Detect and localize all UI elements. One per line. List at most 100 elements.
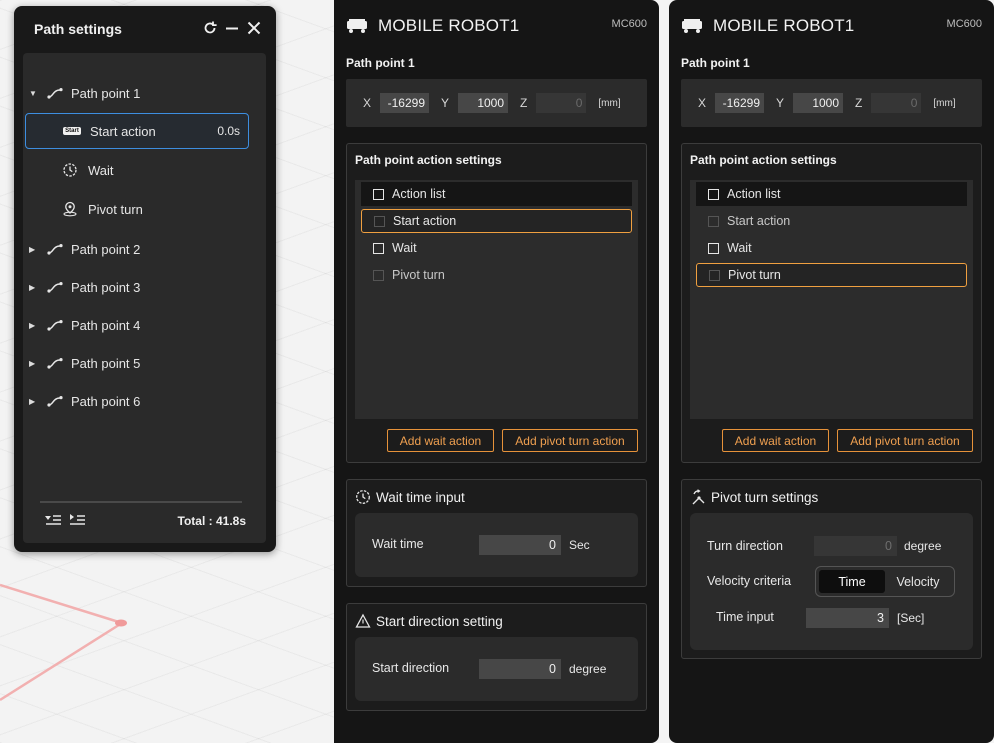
chevron-right-icon[interactable]: ▶ xyxy=(29,359,39,368)
action-settings-section: Path point action settings Action list S… xyxy=(346,143,647,463)
checkbox[interactable] xyxy=(709,269,720,281)
chevron-down-icon[interactable]: ▼ xyxy=(29,89,39,98)
direction-triangle-icon xyxy=(355,613,371,629)
tree-item-label: Path point 1 xyxy=(71,85,141,101)
tree-footer-controls xyxy=(44,511,86,529)
wait-time-input[interactable]: 0 xyxy=(479,535,561,555)
action-item-pivot-turn[interactable]: Pivot turn xyxy=(696,263,967,287)
y-label: Y xyxy=(441,96,450,110)
action-list: Action list Start action Wait Pivot turn xyxy=(690,180,973,419)
x-input[interactable]: -16299 xyxy=(380,93,430,113)
start-direction-box: Start direction 0 degree xyxy=(355,637,638,701)
path-point-icon xyxy=(45,317,65,333)
chevron-right-icon[interactable]: ▶ xyxy=(29,245,39,254)
expand-all-icon[interactable] xyxy=(68,511,86,529)
pivot-turn-box: Turn direction 0 degree Velocity criteri… xyxy=(690,513,973,650)
y-label: Y xyxy=(776,96,785,110)
y-input[interactable]: 1000 xyxy=(793,93,844,113)
tree-item-path-point-5[interactable]: ▶ Path point 5 xyxy=(23,345,266,381)
action-item-wait[interactable]: Wait xyxy=(361,236,632,260)
checkbox[interactable] xyxy=(708,188,719,200)
x-label: X xyxy=(363,96,372,110)
robot-icon xyxy=(681,18,703,34)
tree-item-path-point-4[interactable]: ▶ Path point 4 xyxy=(23,307,266,343)
minimize-icon[interactable] xyxy=(224,19,240,37)
chevron-right-icon[interactable]: ▶ xyxy=(29,321,39,330)
tree-item-label: Start action xyxy=(90,123,156,139)
z-label: Z xyxy=(520,96,528,110)
add-wait-action-button[interactable]: Add wait action xyxy=(722,429,829,452)
chevron-right-icon[interactable]: ▶ xyxy=(29,397,39,406)
action-list-header[interactable]: Action list xyxy=(696,182,967,206)
tree-item-pivot-turn[interactable]: Pivot turn xyxy=(23,191,266,227)
collapse-all-icon[interactable] xyxy=(44,511,62,529)
robot-panel-left: MOBILE ROBOT1 MC600 Path point 1 X -1629… xyxy=(334,0,659,743)
path-node-marker[interactable] xyxy=(115,619,127,627)
turn-direction-label: Turn direction xyxy=(707,539,783,553)
time-input-field[interactable]: 3 xyxy=(806,608,889,628)
path-point-icon xyxy=(45,355,65,371)
tree-item-label: Wait xyxy=(88,162,114,178)
action-item-start-action[interactable]: Start action xyxy=(361,209,632,233)
action-list-header[interactable]: Action list xyxy=(361,182,632,206)
close-icon[interactable] xyxy=(246,19,262,37)
y-input[interactable]: 1000 xyxy=(458,93,509,113)
time-input-label: Time input xyxy=(716,610,774,624)
option-velocity[interactable]: Velocity xyxy=(885,570,951,593)
action-item-wait[interactable]: Wait xyxy=(696,236,967,260)
checkbox[interactable] xyxy=(708,215,719,227)
panel-header: MOBILE ROBOT1 xyxy=(681,14,854,38)
action-duration: 0.0s xyxy=(217,124,240,138)
section-title-row: Start direction setting xyxy=(355,613,503,629)
total-duration: Total : 41.8s xyxy=(177,514,246,528)
path-point-title: Path point 1 xyxy=(346,56,415,70)
robot-icon xyxy=(346,18,368,34)
wait-time-section: Wait time input Wait time 0 Sec xyxy=(346,479,647,587)
tree-item-label: Path point 4 xyxy=(71,317,141,333)
path-point-icon xyxy=(45,279,65,295)
start-badge-icon: Start xyxy=(62,123,82,139)
option-time[interactable]: Time xyxy=(819,570,885,593)
checkbox[interactable] xyxy=(373,269,384,281)
coord-unit: [mm] xyxy=(598,97,621,109)
footer-divider xyxy=(40,501,242,503)
action-item-start-action[interactable]: Start action xyxy=(696,209,967,233)
add-pivot-turn-action-button[interactable]: Add pivot turn action xyxy=(837,429,973,452)
action-list: Action list Start action Wait Pivot turn xyxy=(355,180,638,419)
refresh-icon[interactable] xyxy=(202,19,218,37)
velocity-criteria-toggle: Time Velocity xyxy=(815,566,955,597)
tree-item-start-action[interactable]: Start Start action 0.0s xyxy=(25,113,249,149)
wait-time-label: Wait time xyxy=(372,537,424,551)
action-item-pivot-turn[interactable]: Pivot turn xyxy=(361,263,632,287)
tree-item-label: Path point 6 xyxy=(71,393,141,409)
tree-item-path-point-1[interactable]: ▼ Path point 1 xyxy=(23,75,266,111)
z-input: 0 xyxy=(871,93,922,113)
wait-time-unit: Sec xyxy=(569,538,590,552)
tree-item-wait[interactable]: Wait xyxy=(23,152,266,188)
start-direction-section: Start direction setting Start direction … xyxy=(346,603,647,711)
checkbox[interactable] xyxy=(373,188,384,200)
path-point-icon xyxy=(45,393,65,409)
tree-item-path-point-6[interactable]: ▶ Path point 6 xyxy=(23,383,266,419)
pivot-turn-section: Pivot turn settings Turn direction 0 deg… xyxy=(681,479,982,659)
section-title: Start direction setting xyxy=(376,613,503,629)
action-list-label: Action list xyxy=(392,187,446,201)
checkbox[interactable] xyxy=(708,242,719,254)
action-item-label: Wait xyxy=(392,241,417,255)
robot-name: MOBILE ROBOT1 xyxy=(713,16,855,35)
x-input[interactable]: -16299 xyxy=(715,93,765,113)
panel-window-controls xyxy=(202,19,262,37)
turn-direction-unit: degree xyxy=(904,539,942,553)
panel-header: MOBILE ROBOT1 xyxy=(346,14,519,38)
start-direction-input[interactable]: 0 xyxy=(479,659,561,679)
checkbox[interactable] xyxy=(374,215,385,227)
chevron-right-icon[interactable]: ▶ xyxy=(29,283,39,292)
robot-panel-right: MOBILE ROBOT1 MC600 Path point 1 X -1629… xyxy=(669,0,994,743)
add-pivot-turn-action-button[interactable]: Add pivot turn action xyxy=(502,429,638,452)
path-settings-panel: Path settings ▼ Path point 1 Start Start… xyxy=(14,6,276,552)
checkbox[interactable] xyxy=(373,242,384,254)
tree-item-path-point-3[interactable]: ▶ Path point 3 xyxy=(23,269,266,305)
add-wait-action-button[interactable]: Add wait action xyxy=(387,429,494,452)
tree-item-path-point-2[interactable]: ▶ Path point 2 xyxy=(23,231,266,267)
timer-icon xyxy=(355,489,371,505)
